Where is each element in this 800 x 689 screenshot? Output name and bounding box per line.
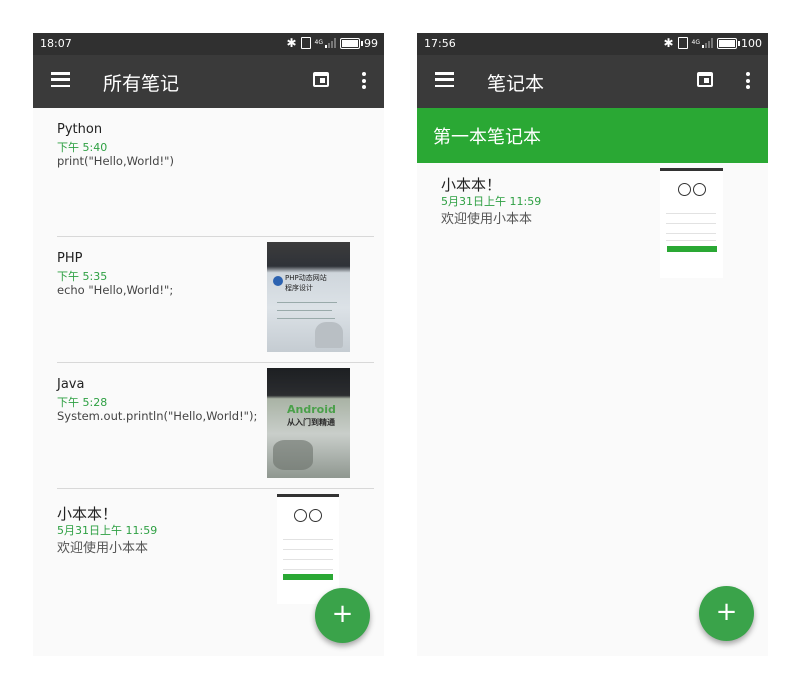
status-bar: 17:56 ✱ 4G 100 <box>417 33 768 55</box>
note-image <box>277 494 339 604</box>
status-icons: ✱ 4G 100 <box>663 36 762 50</box>
note-content: System.out.println("Hello,World!"); <box>57 409 258 423</box>
note-title: PHP <box>57 251 83 266</box>
notebook-screen: 17:56 ✱ 4G 100 笔记本 第一本笔记本 小本本！ 5月31日上午 1… <box>417 33 768 656</box>
status-icons: ✱ 4G 99 <box>286 36 378 50</box>
signal-icon <box>325 38 336 48</box>
note-item-java[interactable]: Java 下午 5:28 System.out.println("Hello,W… <box>33 363 384 489</box>
page-title: 笔记本 <box>487 73 545 95</box>
battery-icon <box>717 37 740 49</box>
note-time: 5月31日上午 11:59 <box>57 524 158 537</box>
note-title: 小本本！ <box>57 505 118 523</box>
status-time: 18:07 <box>40 37 72 50</box>
status-time: 17:56 <box>424 37 456 50</box>
book-subtitle-text: 程序设计 <box>285 284 313 292</box>
note-item-welcome[interactable]: 小本本！ 5月31日上午 11:59 欢迎使用小本本 <box>417 163 768 293</box>
network-type: 4G <box>691 39 700 46</box>
note-content: 欢迎使用小本本 <box>441 212 533 227</box>
note-title: Python <box>57 122 103 137</box>
more-icon[interactable] <box>746 72 750 89</box>
note-content: 欢迎使用小本本 <box>57 541 149 556</box>
note-image: Android 从入门到精通 <box>267 368 350 478</box>
note-image: PHP动态网站 程序设计 <box>267 242 350 352</box>
note-content: print("Hello,World!") <box>57 154 174 168</box>
signal-icon <box>702 38 713 48</box>
note-time: 下午 5:35 <box>57 270 108 283</box>
menu-icon[interactable] <box>435 72 454 87</box>
note-time: 下午 5:40 <box>57 141 108 154</box>
bluetooth-icon: ✱ <box>286 36 297 50</box>
note-item-php[interactable]: PHP 下午 5:35 echo "Hello,World!"; PHP动态网站… <box>33 237 384 363</box>
vibrate-icon <box>300 37 311 49</box>
book-title-text: Android <box>287 403 336 416</box>
note-item-python[interactable]: Python 下午 5:40 print("Hello,World!") <box>33 108 384 236</box>
battery-icon <box>340 37 363 49</box>
book-subtitle-text: 从入门到精通 <box>287 418 335 427</box>
more-icon[interactable] <box>362 72 366 89</box>
note-title: Java <box>57 377 85 392</box>
notebook-header: 第一本笔记本 <box>417 108 768 163</box>
note-content: echo "Hello,World!"; <box>57 283 174 297</box>
notebook-title: 第一本笔记本 <box>433 127 541 148</box>
calendar-icon[interactable] <box>697 72 713 87</box>
bluetooth-icon: ✱ <box>663 36 674 50</box>
add-note-button[interactable]: + <box>699 586 754 641</box>
note-time: 5月31日上午 11:59 <box>441 195 542 208</box>
vibrate-icon <box>677 37 688 49</box>
status-bar: 18:07 ✱ 4G 99 <box>33 33 384 55</box>
all-notes-screen: 18:07 ✱ 4G 99 所有笔记 Python 下午 5:40 print(… <box>33 33 384 656</box>
note-time: 下午 5:28 <box>57 396 108 409</box>
book-title-text: PHP动态网站 <box>285 274 327 282</box>
note-title: 小本本！ <box>441 176 502 194</box>
add-note-button[interactable]: + <box>315 588 370 643</box>
page-title: 所有笔记 <box>103 73 180 95</box>
app-bar: 所有笔记 <box>33 55 384 108</box>
battery-level: 100 <box>741 36 762 50</box>
calendar-icon[interactable] <box>313 72 329 87</box>
note-image <box>660 168 723 278</box>
network-type: 4G <box>314 39 323 46</box>
app-bar: 笔记本 <box>417 55 768 108</box>
battery-level: 99 <box>364 36 378 50</box>
menu-icon[interactable] <box>51 72 70 87</box>
